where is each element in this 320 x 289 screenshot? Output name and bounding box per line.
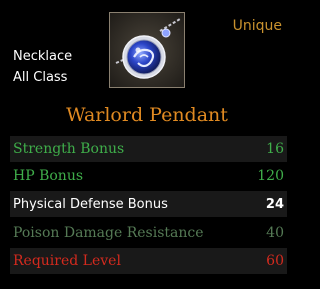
item-type-label: Necklace [13,49,73,64]
stat-value: 40 [266,225,284,241]
stat-row-physical-defense: Physical Defense Bonus 24 [10,191,287,217]
stat-value: 60 [266,253,284,269]
stat-row-hp: HP Bonus 120 [10,163,287,189]
item-name: Warlord Pendant [66,104,228,126]
stat-row-required-level: Required Level 60 [10,248,287,274]
stat-label: HP Bonus [13,168,84,184]
stat-label: Strength Bonus [13,141,125,157]
item-tooltip: Necklace All Class Unique Warlord Pendan… [0,0,294,289]
stat-label: Required Level [13,253,121,269]
stat-label: Physical Defense Bonus [13,196,168,212]
stat-row-strength: Strength Bonus 16 [10,136,287,162]
rarity-label: Unique [232,18,282,34]
item-icon-frame[interactable] [109,12,185,88]
stat-value: 16 [266,141,284,157]
stat-value: 120 [257,168,284,184]
pendant-icon [110,13,184,87]
item-class-label: All Class [13,70,68,85]
stat-row-poison-resistance: Poison Damage Resistance 40 [10,220,287,246]
stat-value: 24 [265,196,284,212]
stat-label: Poison Damage Resistance [13,225,204,241]
